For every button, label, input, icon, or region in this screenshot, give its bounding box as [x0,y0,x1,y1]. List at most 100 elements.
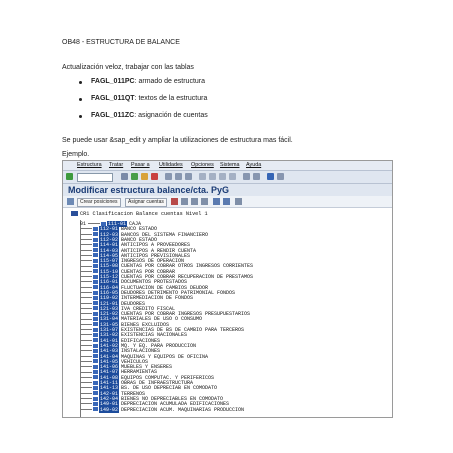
account-icon [93,380,98,385]
account-icon [93,295,98,300]
account-icon [93,354,98,359]
tree-branch-line [80,307,92,309]
tree-branch-line [80,297,92,299]
account-icon [93,248,98,253]
tree-branch-line [80,281,92,283]
tree-branch-line [80,398,92,400]
menu-item-ayuda[interactable]: Ayuda [246,162,261,169]
cut-icon[interactable] [181,198,188,205]
first-page-icon[interactable] [199,173,206,180]
tree-branch-line [80,355,92,357]
account-icon [93,269,98,274]
account-icon [93,232,98,237]
tree-branch-line [80,228,92,230]
tree-branch-line [80,244,92,246]
tree-branch-line [80,350,92,352]
print-icon[interactable] [165,173,172,180]
menu-item-utilidades[interactable]: Utilidades [159,162,183,169]
account-icon [93,274,98,279]
tree-branch-line [80,376,92,378]
find-icon[interactable] [175,173,182,180]
expand-icon[interactable] [213,198,220,205]
account-icon [93,364,98,369]
account-icon [93,407,98,412]
table-name: FAGL_011PC [91,78,135,85]
account-icon [93,253,98,258]
exit-icon[interactable] [141,173,148,180]
tree-branch-line [80,276,92,278]
tree-icon[interactable] [67,198,74,205]
folder-icon [71,211,78,217]
shortcut-icon[interactable] [253,173,260,180]
account-icon [101,221,107,226]
create-positions-button[interactable]: Crear posiciones [77,198,121,207]
tree-branch-line [80,408,92,410]
menu-item-tratar[interactable]: Tratar [109,162,123,169]
account-icon [93,348,98,353]
back-icon[interactable] [131,173,138,180]
account-icon [93,285,98,290]
tree-branch-line [88,223,101,225]
menu-item-opciones[interactable]: Opciones [191,162,214,169]
bullet-text: : armado de estructura [134,78,206,85]
account-icon [93,396,98,401]
tree-branch-line [80,313,92,315]
menu-item-estructura[interactable]: Estructura [77,162,102,169]
bullet-text: : textos de la estructura [134,95,208,102]
cancel-icon[interactable] [151,173,158,180]
tree-branch-line [80,233,92,235]
enter-icon[interactable] [66,173,73,180]
tree-branch-line [80,292,92,294]
collapse-icon[interactable] [223,198,230,205]
last-page-icon[interactable] [229,173,236,180]
account-icon [93,370,98,375]
application-toolbar: Crear posiciones Asignar cuentas [63,196,392,208]
menu-item-sistema[interactable]: Sistema [220,162,239,169]
account-icon [93,322,98,327]
account-icon [93,338,98,343]
assign-accounts-button[interactable]: Asignar cuentas [125,198,167,207]
tree-row[interactable]: 149-02 DEPRECIACION ACUM. MAQUINARIAS PRO… [80,406,245,413]
account-icon [93,385,98,390]
find-next-icon[interactable] [185,173,192,180]
tree-branch-line [80,260,92,262]
menu-item-pasar-a[interactable]: Pasar a [131,162,150,169]
prev-page-icon[interactable] [209,173,216,180]
tree-branch-line [80,371,92,373]
account-icon [93,237,98,242]
save-icon[interactable] [121,173,128,180]
tree-branch-line [80,366,92,368]
next-page-icon[interactable] [219,173,226,180]
new-session-icon[interactable] [243,173,250,180]
window-title: Modificar estructura balance/cta. PyG [68,185,230,195]
menu-bar: Estructura Tratar Pasar a Utilidades Opc… [63,161,392,171]
example-label: Ejemplo. [62,151,90,158]
tree-branch-line [80,265,92,267]
account-icon [93,332,98,337]
note-text: Se puede usar &sap_edit y ampliar la uti… [62,137,293,144]
copy-icon[interactable] [191,198,198,205]
account-icon [93,317,98,322]
account-icon [93,327,98,332]
account-icon [93,311,98,316]
layout-icon[interactable] [277,173,284,180]
title-bar: Modificar estructura balance/cta. PyG [63,184,392,196]
account-label: DEPRECIACION ACUM. MAQUINARIAS PRODUCCIO… [121,406,245,413]
account-icon [93,226,98,231]
tree-branch-line [80,329,92,331]
settings-icon[interactable] [235,198,242,205]
tree-branch-line [80,254,92,256]
tree-branch-line [80,249,92,251]
table-name: FAGL_011QT [91,95,135,102]
paste-icon[interactable] [201,198,208,205]
account-icon [93,258,98,263]
bullet-item-3: FAGL_011ZC: asignación de cuentas [91,111,208,120]
bullet-dot [79,98,82,101]
system-toolbar [63,171,392,184]
tree-branch-line [80,239,92,241]
tree-root-node[interactable]: CR1 Clasificacion Balance cuentas Nivel … [71,211,208,218]
delete-icon[interactable] [171,198,178,205]
help-icon[interactable] [267,173,274,180]
tree-branch-line [80,392,92,394]
command-field[interactable] [77,173,113,182]
